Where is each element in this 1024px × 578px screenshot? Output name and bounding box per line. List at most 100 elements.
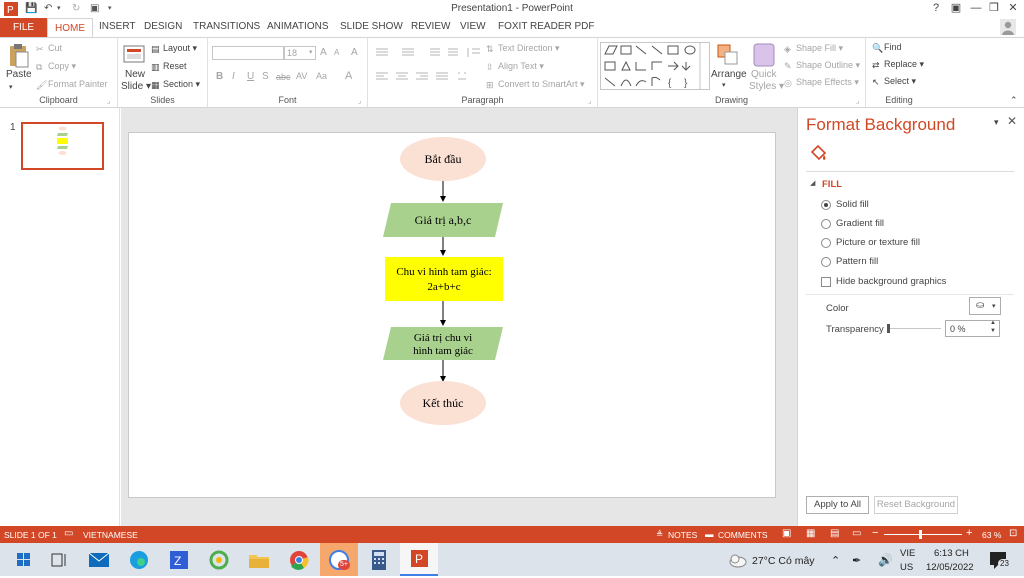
shape-outline-button[interactable]: ✎ Shape Outline ▾ [784, 60, 860, 71]
underline-button[interactable]: U [247, 71, 254, 82]
clear-formatting-button[interactable]: A [351, 47, 358, 58]
reset-button[interactable]: ▥ Reset [151, 61, 187, 72]
find-button[interactable]: 🔍Find [872, 42, 902, 53]
new-slide-button[interactable]: Slide ▾ [121, 81, 151, 92]
arrange-button[interactable]: Arrange [711, 69, 747, 80]
tab-transitions[interactable]: TRANSITIONS [193, 21, 260, 32]
select-button[interactable]: ↖ Select ▾ [872, 76, 916, 87]
comments-button[interactable]: COMMENTS [718, 530, 768, 540]
shape-effects-button[interactable]: ◎ Shape Effects ▾ [784, 77, 859, 88]
apply-to-all-button[interactable]: Apply to All [806, 496, 869, 514]
task-view-icon[interactable] [44, 547, 74, 573]
pattern-fill-radio[interactable] [821, 257, 831, 267]
font-size-combo[interactable]: 18 ▾ [284, 46, 316, 60]
zoom-slider-track[interactable] [884, 534, 962, 535]
gradient-fill-radio[interactable] [821, 219, 831, 229]
transparency-spinbox[interactable]: 0 % ▲ ▼ [945, 320, 1000, 337]
copy-button[interactable]: ⧉ Copy ▾ [36, 61, 76, 72]
tab-home[interactable]: HOME [47, 18, 93, 38]
tab-slide-show[interactable]: SLIDE SHOW [340, 21, 403, 32]
coc-coc-browser-icon[interactable] [204, 547, 234, 573]
drawing-launcher-icon[interactable]: ⌟ [856, 97, 859, 105]
calculator-icon[interactable] [364, 547, 394, 573]
tab-foxit-reader-pdf[interactable]: FOXIT READER PDF [498, 21, 595, 32]
picture-fill-label[interactable]: Picture or texture fill [836, 237, 920, 248]
close-button[interactable]: ✕ [1005, 1, 1021, 16]
italic-button[interactable]: I [232, 71, 235, 82]
input-language-line1[interactable]: VIE [900, 548, 915, 559]
input-language-line2[interactable]: US [900, 562, 913, 573]
restore-button[interactable]: ❐ [986, 1, 1002, 16]
pen-icon[interactable]: ✒ [852, 554, 861, 567]
zalo-app-icon[interactable]: Z [164, 547, 194, 573]
fill-paint-bucket-icon[interactable] [809, 143, 829, 163]
hide-graphics-label[interactable]: Hide background graphics [836, 276, 946, 287]
reading-view-icon[interactable]: ▤ [830, 528, 839, 539]
tab-file[interactable]: FILE [0, 18, 47, 37]
file-explorer-icon[interactable] [244, 547, 274, 573]
pattern-fill-label[interactable]: Pattern fill [836, 256, 878, 267]
bold-button[interactable]: B [216, 71, 223, 82]
tab-review[interactable]: REVIEW [411, 21, 450, 32]
shapes-gallery[interactable]: {} [600, 42, 710, 90]
slide-thumbnail-1[interactable] [21, 122, 104, 170]
alignment-buttons-icon[interactable] [374, 71, 478, 83]
font-family-combo[interactable] [212, 46, 284, 60]
language-indicator[interactable]: VIETNAMESE [83, 530, 138, 540]
ribbon-display-options-button[interactable]: ▣ [948, 1, 964, 16]
fill-collapse-icon[interactable]: ◢ [810, 179, 815, 187]
collapse-ribbon-icon[interactable]: ⌃ [1010, 95, 1018, 106]
text-direction-button[interactable]: ⇅ Text Direction ▾ [486, 43, 560, 54]
layout-button[interactable]: ▤ Layout ▾ [151, 43, 197, 54]
tab-animations[interactable]: ANIMATIONS [267, 21, 328, 32]
strikethrough-button[interactable]: abc [276, 72, 291, 82]
minimize-button[interactable]: — [968, 1, 984, 16]
clipboard-launcher-icon[interactable]: ⌟ [107, 97, 110, 105]
tab-view[interactable]: VIEW [460, 21, 486, 32]
font-launcher-icon[interactable]: ⌟ [358, 97, 361, 105]
speaker-icon[interactable]: 🔊 [878, 553, 893, 567]
picture-fill-radio[interactable] [821, 238, 831, 248]
tab-design[interactable]: DESIGN [144, 21, 182, 32]
weather-cloud-icon[interactable] [728, 552, 748, 568]
new-slide-button-line1[interactable]: New [125, 69, 145, 80]
help-button[interactable]: ? [928, 1, 944, 16]
paste-dropdown-icon[interactable]: ▾ [9, 83, 13, 91]
pane-options-icon[interactable]: ▾ [994, 117, 999, 128]
shape-fill-button[interactable]: ◈ Shape Fill ▾ [784, 43, 843, 54]
zoom-level[interactable]: 63 % [982, 530, 1001, 540]
tab-insert[interactable]: INSERT [99, 21, 136, 32]
quick-styles-line1[interactable]: Quick [751, 69, 777, 80]
clock-date[interactable]: 12/05/2022 [926, 562, 974, 573]
list-buttons-icon[interactable] [374, 46, 484, 58]
hide-graphics-checkbox[interactable] [821, 277, 831, 287]
show-hidden-icons[interactable]: ⌃ [831, 554, 840, 567]
edge-browser-icon[interactable] [124, 547, 154, 573]
quick-styles-button[interactable]: Styles ▾ [749, 81, 784, 92]
zoom-out-icon[interactable]: − [872, 527, 878, 539]
shrink-font-button[interactable]: A [334, 48, 339, 57]
transparency-slider-track[interactable] [887, 328, 941, 329]
grow-font-button[interactable]: A [320, 47, 327, 58]
format-painter-button[interactable]: 🖌Format Painter [36, 79, 108, 90]
color-picker-button[interactable]: ⛀ ▾ [969, 297, 1001, 315]
process-shape[interactable] [385, 257, 503, 301]
chrome-active-app[interactable]: 5+ [320, 543, 358, 576]
solid-fill-radio[interactable] [821, 200, 831, 210]
text-shadow-button[interactable]: S [262, 71, 269, 82]
slide-canvas[interactable]: Bắt đầu Giá trị a,b,c Chu vi hình tam gi… [128, 132, 776, 498]
zoom-slider-thumb[interactable] [919, 530, 923, 539]
font-color-button[interactable]: A [345, 70, 352, 82]
windows-start-icon[interactable] [9, 547, 39, 573]
fill-section-header[interactable]: FILL [822, 179, 842, 190]
normal-view-icon[interactable]: ▣ [782, 528, 791, 539]
spin-up-icon[interactable]: ▲ [990, 320, 996, 326]
clock-time[interactable]: 6:13 CH [934, 548, 969, 559]
change-case-button[interactable]: Aa [316, 71, 327, 81]
spell-check-icon[interactable]: ▭ [64, 528, 73, 539]
arrange-icon[interactable] [716, 43, 740, 67]
paste-icon[interactable] [8, 43, 30, 69]
paragraph-launcher-icon[interactable]: ⌟ [588, 97, 591, 105]
convert-smartart-button[interactable]: ⊞ Convert to SmartArt ▾ [486, 79, 585, 90]
slide-sorter-icon[interactable]: ▦ [806, 528, 815, 539]
